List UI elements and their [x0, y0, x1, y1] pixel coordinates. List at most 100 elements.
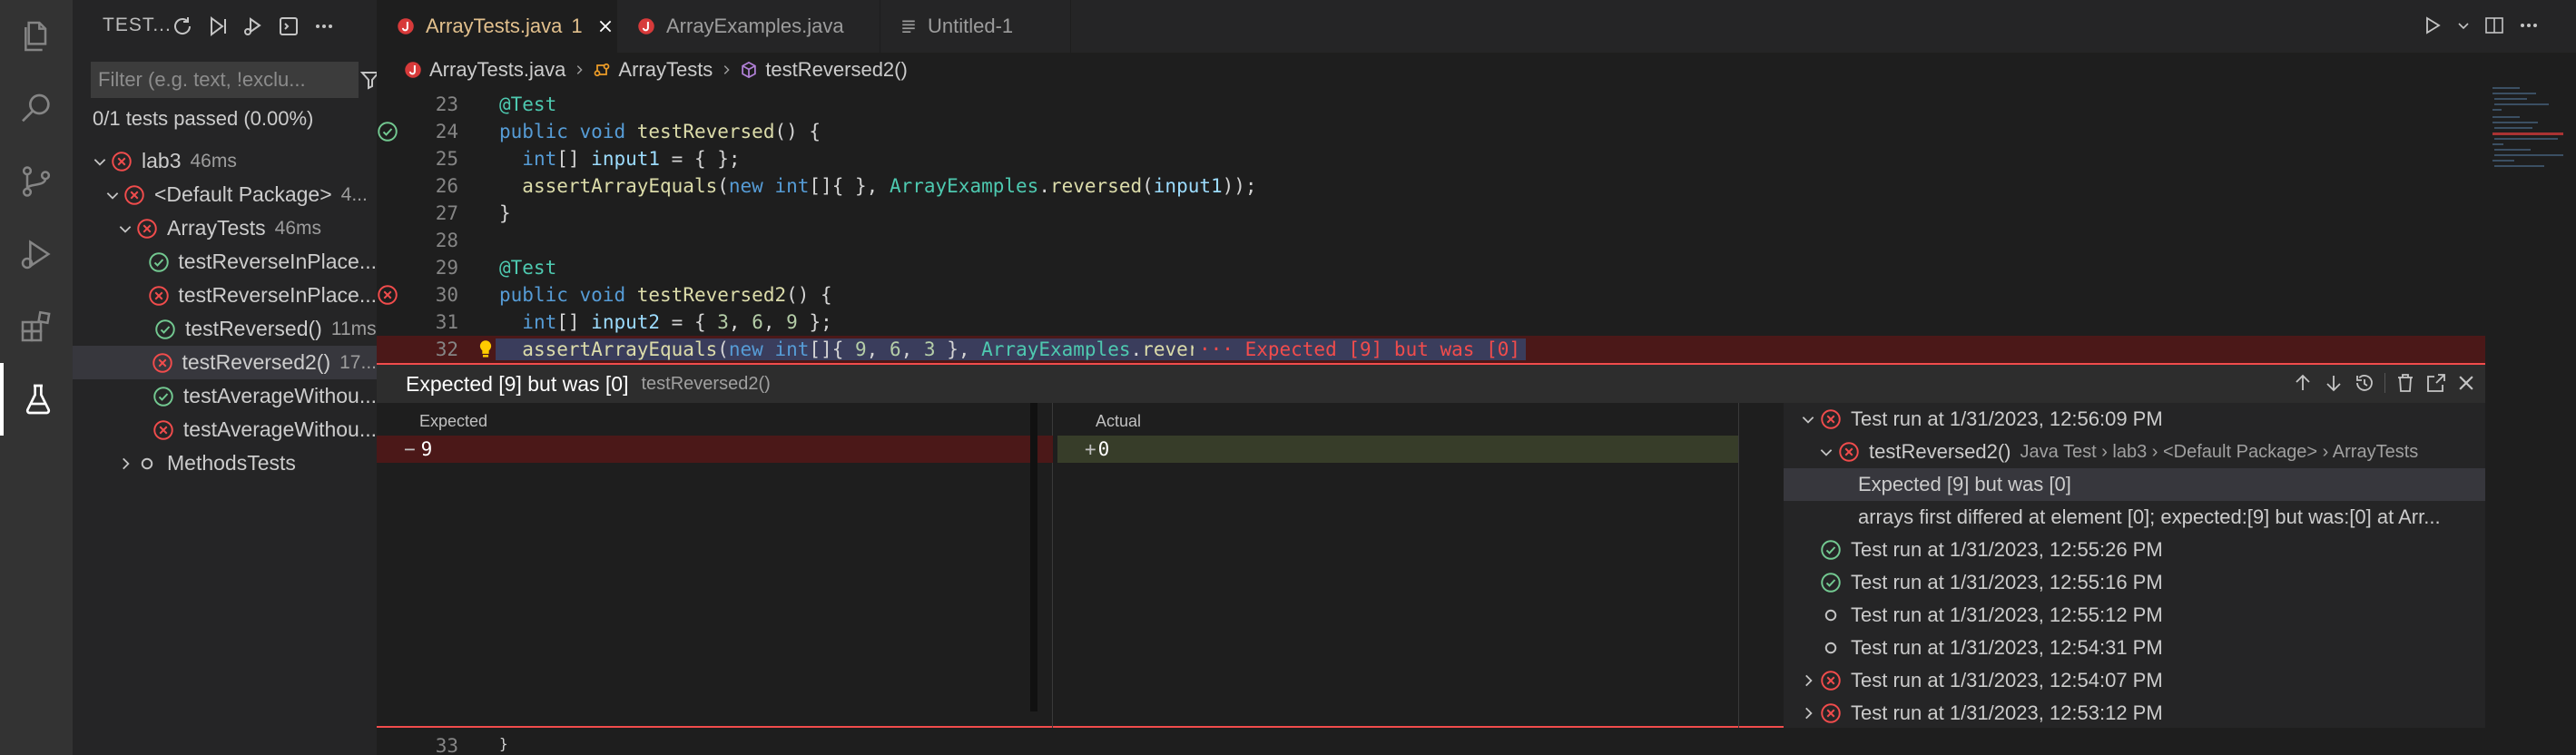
close-icon[interactable] — [2456, 373, 2476, 393]
tree-item-duration: 11ms — [330, 318, 377, 339]
chevron-down-icon[interactable] — [1798, 411, 1818, 427]
code-line[interactable]: 29 @Test — [377, 254, 2485, 281]
java-file-icon — [637, 17, 655, 35]
test-filter-input[interactable] — [92, 63, 359, 97]
failed-status-icon — [1836, 441, 1862, 463]
peek-title: Expected [9] but was [0] — [406, 371, 629, 396]
test-run-item[interactable]: Test run at 1/31/2023, 12:53:12 PM — [1784, 697, 2485, 728]
test-message-label: Expected [9] but was [0] — [1858, 473, 2071, 495]
line-number: 25 — [435, 148, 458, 170]
tab-untitled-1[interactable]: Untitled-1 — [880, 0, 1071, 53]
code-line[interactable]: 24 public void testReversed() { — [377, 118, 2485, 145]
tree-item-default-package[interactable]: <Default Package> 4... — [73, 178, 377, 211]
method-icon — [740, 61, 758, 79]
run-all-icon[interactable] — [204, 13, 231, 40]
testing-icon[interactable] — [0, 363, 73, 436]
history-icon[interactable] — [2354, 372, 2375, 394]
tree-item-label: lab3 — [142, 149, 182, 172]
tree-item-test[interactable]: testReversed() 11ms — [73, 312, 377, 346]
chevron-down-icon[interactable] — [91, 153, 109, 170]
more-actions-icon[interactable] — [310, 13, 338, 40]
chevron-right-icon[interactable] — [1798, 705, 1818, 721]
code-text: int[] input1 = { }; — [522, 148, 741, 170]
show-output-icon[interactable] — [275, 13, 302, 40]
class-icon — [593, 61, 611, 79]
failed-status-icon — [1818, 670, 1844, 691]
test-run-item[interactable]: Test run at 1/31/2023, 12:55:16 PM — [1784, 566, 2485, 599]
tree-item-label: testAverageWithou... — [182, 384, 377, 407]
debug-all-icon[interactable] — [240, 13, 267, 40]
test-run-label: Test run at 1/31/2023, 12:55:16 PM — [1851, 571, 2163, 593]
test-run-label: Test run at 1/31/2023, 12:55:12 PM — [1851, 603, 2163, 626]
test-run-label: Test run at 1/31/2023, 12:54:31 PM — [1851, 636, 2163, 659]
chevron-down-icon[interactable] — [103, 187, 122, 203]
lightbulb-icon[interactable] — [477, 339, 495, 359]
chevron-down-icon[interactable] — [116, 221, 134, 237]
tree-item-methodstests[interactable]: MethodsTests — [73, 446, 377, 480]
testing-sidebar: TEST... 0/1 tests passed (0.00%) — [73, 0, 381, 755]
chevron-down-icon[interactable] — [1816, 444, 1836, 460]
test-run-item[interactable]: Test run at 1/31/2023, 12:56:09 PM — [1784, 403, 2485, 436]
arrow-up-icon[interactable] — [2292, 372, 2314, 394]
tab-label: ArrayExamples.java — [666, 15, 844, 37]
test-run-item[interactable]: Test run at 1/31/2023, 12:55:12 PM — [1784, 599, 2485, 632]
explorer-icon[interactable] — [0, 0, 73, 73]
code-line[interactable]: 25 int[] input1 = { }; — [377, 145, 2485, 172]
text-file-icon — [900, 18, 917, 34]
line-number: 33 — [435, 735, 458, 755]
test-message-item-selected[interactable]: Expected [9] but was [0] — [1784, 468, 2485, 501]
code-line-33[interactable]: 33 } — [377, 728, 2485, 755]
arrow-down-icon[interactable] — [2323, 372, 2345, 394]
tree-item-arraytests[interactable]: ArrayTests 46ms — [73, 211, 377, 245]
vscode-window: TEST... 0/1 tests passed (0.00%) — [0, 0, 2576, 755]
trash-icon[interactable] — [2394, 372, 2416, 394]
chevron-right-icon[interactable] — [116, 456, 134, 472]
tree-item-test[interactable]: testReverseInPlace... — [73, 245, 377, 279]
tree-item-test[interactable]: testAverageWithou... — [73, 413, 377, 446]
tab-arraytests-java[interactable]: ArrayTests.java 1 — [377, 0, 617, 53]
failed-status-icon — [1818, 408, 1844, 430]
diff-divider — [1738, 403, 1739, 728]
code-text: @Test — [499, 257, 557, 279]
open-in-editor-icon[interactable] — [2425, 372, 2447, 394]
code-line[interactable]: 28 — [377, 227, 2485, 254]
actual-value: 0 — [1097, 438, 1110, 460]
breadcrumb-class[interactable]: ArrayTests — [618, 58, 713, 82]
diff-expected-pane[interactable]: Expected − 9 — [377, 403, 1053, 730]
test-message-item[interactable]: arrays first differed at element [0]; ex… — [1784, 501, 2485, 534]
chevron-right-icon[interactable] — [1798, 672, 1818, 689]
test-run-item[interactable]: Test run at 1/31/2023, 12:55:26 PM — [1784, 534, 2485, 566]
tree-item-test-selected[interactable]: testReversed2() 17... — [73, 346, 377, 379]
chevron-down-icon[interactable] — [2456, 18, 2471, 33]
test-run-item[interactable]: Test run at 1/31/2023, 12:54:07 PM — [1784, 664, 2485, 697]
failed-status-icon — [122, 184, 147, 206]
refresh-icon[interactable] — [169, 13, 196, 40]
code-line[interactable]: 27} — [377, 200, 2485, 227]
breadcrumb-method[interactable]: testReversed2() — [765, 58, 908, 82]
split-editor-icon[interactable] — [2483, 15, 2505, 36]
tree-item-test[interactable]: testReverseInPlace... — [73, 279, 377, 312]
diff-scrollbar[interactable] — [1030, 403, 1037, 711]
breadcrumb-file[interactable]: ArrayTests.java — [429, 58, 565, 82]
close-icon[interactable] — [597, 18, 614, 34]
run-java-icon[interactable] — [2422, 15, 2443, 36]
run-debug-icon[interactable] — [0, 218, 73, 290]
code-line-error[interactable]: 32 assertArrayEquals(new int[]{ 9, 6, 3 … — [377, 336, 2485, 363]
tree-item-lab3[interactable]: lab3 46ms — [73, 144, 377, 178]
tree-item-test[interactable]: testAverageWithou... — [73, 379, 377, 413]
code-line[interactable]: 26 assertArrayEquals(new int[]{ }, Array… — [377, 172, 2485, 200]
test-case-item[interactable]: testReversed2() Java Test › lab3 › <Defa… — [1784, 436, 2485, 468]
tab-arrayexamples-java[interactable]: ArrayExamples.java — [617, 0, 880, 53]
code-line[interactable]: 31 int[] input2 = { 3, 6, 9 }; — [377, 309, 2485, 336]
source-control-icon[interactable] — [0, 145, 73, 218]
search-icon[interactable] — [0, 73, 73, 145]
removed-marker: − — [404, 438, 416, 460]
code-editor[interactable]: 23 @Test 24 public void testReversed() {25 … — [377, 87, 2485, 363]
extensions-icon[interactable] — [0, 290, 73, 363]
code-line[interactable]: 23 @Test — [377, 91, 2485, 118]
more-actions-icon[interactable] — [2518, 15, 2540, 36]
code-line[interactable]: 30 public void testReversed2() { — [377, 281, 2485, 309]
test-run-label: Test run at 1/31/2023, 12:56:09 PM — [1851, 407, 2163, 430]
test-run-item[interactable]: Test run at 1/31/2023, 12:54:31 PM — [1784, 632, 2485, 664]
minimap[interactable] — [2485, 53, 2576, 726]
